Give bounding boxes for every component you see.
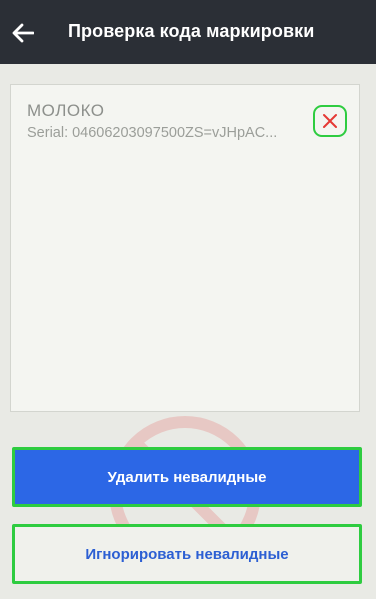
product-name: МОЛОКО xyxy=(27,101,105,120)
arrow-left-icon xyxy=(12,23,34,43)
remove-code-button[interactable] xyxy=(313,105,347,137)
app-header: Проверка кода маркировки xyxy=(0,0,376,64)
main-content: МОЛОКО Serial: 04606203097500ZS=vJHpAC...… xyxy=(0,64,376,599)
serial-label: Serial: xyxy=(27,125,69,141)
delete-invalid-button[interactable]: Удалить невалидные xyxy=(12,447,362,507)
back-button[interactable] xyxy=(10,20,36,46)
page-title: Проверка кода маркировки xyxy=(68,21,315,41)
ignore-invalid-button[interactable]: Игнорировать невалидные xyxy=(12,524,362,584)
marking-code-card: МОЛОКО Serial: 04606203097500ZS=vJHpAC... xyxy=(10,84,360,412)
serial-value: 04606203097500ZS=vJHpAC... xyxy=(72,125,278,141)
serial-line: Serial: 04606203097500ZS=vJHpAC... xyxy=(27,125,307,141)
close-x-icon xyxy=(323,114,337,128)
